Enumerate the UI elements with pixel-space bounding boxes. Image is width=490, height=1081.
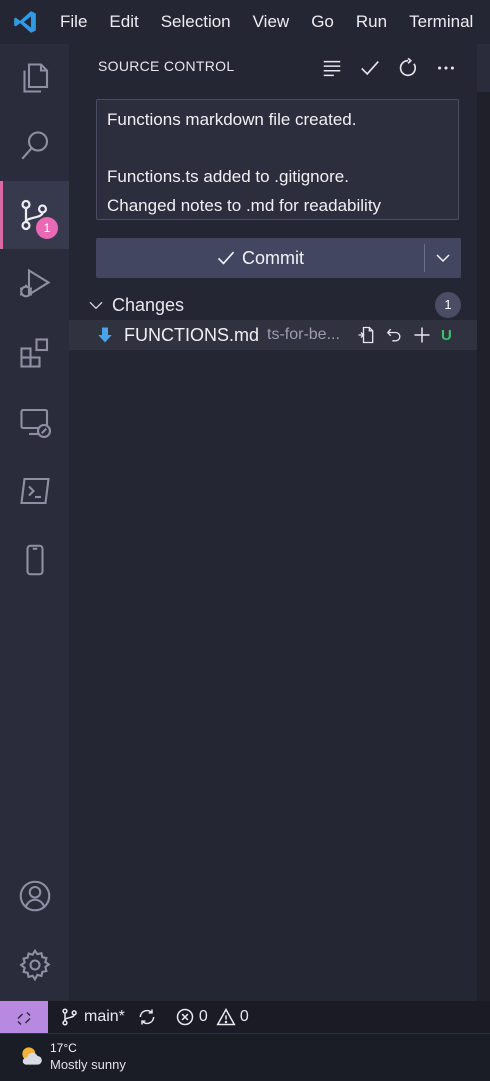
open-file-icon <box>358 326 374 344</box>
menu-run[interactable]: Run <box>345 12 398 32</box>
branch-indicator[interactable]: main* <box>60 1007 125 1027</box>
settings-gear-icon <box>18 948 51 982</box>
terminal-icon <box>19 477 50 505</box>
chevron-down-icon <box>436 254 450 263</box>
taskbar: 17°C Mostly sunny <box>0 1033 490 1081</box>
remote-icon <box>17 1011 31 1026</box>
commit-dropdown-button[interactable] <box>425 238 461 278</box>
remote-indicator[interactable] <box>0 1001 48 1033</box>
stage-changes-button[interactable] <box>411 324 433 346</box>
open-file-button[interactable] <box>355 324 377 346</box>
menu-view[interactable]: View <box>242 12 301 32</box>
warning-icon <box>216 1007 236 1026</box>
activity-extensions[interactable] <box>0 319 69 387</box>
commit-message-line: Functions markdown file created. <box>107 110 357 129</box>
error-icon <box>176 1008 194 1026</box>
changes-label: Changes <box>112 294 185 315</box>
source-control-panel: SOURCE CONTROL Functions markdown file c… <box>69 44 477 1001</box>
chevron-down-icon <box>89 301 103 310</box>
view-as-tree-button[interactable] <box>319 55 345 81</box>
changed-file-row[interactable]: FUNCTIONS.md ts-for-be... U <box>69 320 477 350</box>
commit-check-button[interactable] <box>357 55 383 81</box>
explorer-icon <box>22 63 48 93</box>
file-path: ts-for-be... <box>267 326 340 343</box>
markdown-file-icon <box>98 327 112 343</box>
branch-name: main* <box>84 1008 125 1025</box>
activity-terminal[interactable] <box>0 457 69 525</box>
warning-count: 0 <box>239 1008 249 1025</box>
editor-area-edge <box>477 44 490 1001</box>
status-bar: main* 0 0 <box>0 1001 490 1033</box>
remote-explorer-icon <box>19 408 51 439</box>
list-icon <box>323 60 341 77</box>
commit-button-group: Commit <box>96 238 461 278</box>
activity-run-debug[interactable] <box>0 250 69 318</box>
file-status-untracked: U <box>441 326 452 344</box>
weather-partly-sunny-icon <box>22 1047 42 1065</box>
panel-title: SOURCE CONTROL <box>98 58 235 74</box>
activity-search[interactable] <box>0 112 69 180</box>
activity-accounts[interactable] <box>0 862 69 930</box>
activity-explorer[interactable] <box>0 44 69 112</box>
activity-remote-explorer[interactable] <box>0 388 69 456</box>
menu-go[interactable]: Go <box>300 12 345 32</box>
extensions-icon <box>19 338 48 368</box>
ellipsis-icon <box>438 66 454 70</box>
commit-message-line: Functions.ts added to .gitignore. <box>107 167 349 186</box>
menu-terminal[interactable]: Terminal <box>398 12 484 32</box>
weather-description[interactable]: Mostly sunny <box>50 1057 126 1072</box>
discard-changes-button[interactable] <box>383 324 405 346</box>
activity-source-control[interactable]: 1 <box>0 181 69 249</box>
refresh-icon <box>399 57 417 77</box>
more-actions-button[interactable] <box>433 55 459 81</box>
file-actions <box>355 324 433 346</box>
commit-button-label: Commit <box>242 247 304 268</box>
check-icon <box>217 251 235 265</box>
panel-toolbar <box>319 55 459 81</box>
search-icon <box>20 131 48 160</box>
commit-message-line <box>107 135 448 164</box>
git-branch-icon <box>62 1008 77 1026</box>
activity-device[interactable] <box>0 526 69 594</box>
menu-selection[interactable]: Selection <box>150 12 242 32</box>
device-icon <box>25 544 44 576</box>
discard-icon <box>386 328 401 342</box>
weather-temperature[interactable]: 17°C <box>50 1041 77 1055</box>
changes-group-header[interactable]: Changes 1 <box>69 292 477 318</box>
title-bar: File Edit Selection View Go Run Terminal <box>0 0 490 44</box>
problems-indicator[interactable]: 0 0 <box>175 1007 249 1027</box>
file-name: FUNCTIONS.md <box>124 324 259 345</box>
sync-icon <box>139 1009 155 1025</box>
vscode-logo-icon <box>14 11 36 33</box>
menu-edit[interactable]: Edit <box>98 12 149 32</box>
refresh-button[interactable] <box>395 55 421 81</box>
run-debug-icon <box>19 268 51 298</box>
changes-count-badge: 1 <box>435 292 461 318</box>
menu-file[interactable]: File <box>50 12 98 32</box>
plus-icon <box>414 327 430 343</box>
sync-button[interactable] <box>137 1007 157 1027</box>
error-count: 0 <box>198 1008 208 1025</box>
account-icon <box>19 880 50 912</box>
commit-message-line: Changed notes to .md for readability <box>107 195 382 215</box>
source-control-badge: 1 <box>36 217 58 239</box>
commit-button[interactable]: Commit <box>96 238 424 278</box>
activity-bar: 1 <box>0 44 69 1001</box>
activity-manage[interactable] <box>0 931 69 999</box>
check-icon <box>361 61 379 76</box>
commit-message-input[interactable]: Functions markdown file created. Functio… <box>96 99 459 220</box>
